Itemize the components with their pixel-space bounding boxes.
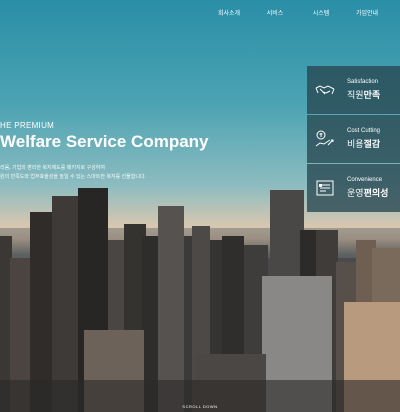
feature-title-ko-bold: 편의성: [363, 188, 389, 198]
feature-title-ko: 비용절감: [347, 137, 380, 150]
nav-item-system[interactable]: 시스템: [298, 8, 344, 17]
feature-title-en: Satisfaction: [347, 79, 379, 85]
feature-card-cost-cutting[interactable]: Cost Cutting 비용절감: [307, 115, 400, 163]
hero-description-line-2: 원의 만족도와 업무효율성을 높일 수 있는 스마트한 복지를 선물합니다.: [0, 174, 146, 180]
nav-item-company[interactable]: 회사소개: [206, 8, 252, 17]
top-nav: 회사소개 서비스 시스템 가입안내: [206, 8, 390, 17]
hero-description: 리움, 기업의 편리한 복지제도를 패키지로 구성하여 원의 만족도와 업무효율…: [0, 164, 146, 182]
scroll-down-label[interactable]: SCROLL DOWN: [0, 404, 400, 409]
handshake-icon: [314, 79, 336, 101]
feature-title-ko-plain: 직원: [347, 90, 364, 100]
hero-section: 회사소개 서비스 시스템 가입안내 HE PREMIUM Welfare Ser…: [0, 0, 400, 412]
feature-title-en: Convenience: [347, 177, 383, 183]
feature-title-ko-plain: 운영: [347, 188, 364, 198]
feature-title-ko-bold: 절감: [363, 139, 381, 149]
feature-card-satisfaction[interactable]: Satisfaction 직원만족: [307, 66, 400, 114]
feature-card-convenience[interactable]: Convenience 운영편의성: [307, 164, 400, 212]
feature-title-ko-plain: 비용: [347, 139, 364, 149]
cost-cutting-icon: [314, 128, 336, 150]
feature-title-ko-bold: 만족: [363, 90, 381, 100]
nav-item-join[interactable]: 가입안내: [344, 8, 390, 17]
feature-title-ko: 직원만족: [347, 88, 380, 101]
hero-description-line-1: 리움, 기업의 편리한 복지제도를 패키지로 구성하여: [0, 165, 105, 171]
convenience-icon: [314, 177, 336, 199]
hero-title: Welfare Service Company: [0, 132, 209, 151]
feature-title-en: Cost Cutting: [347, 128, 381, 134]
nav-item-service[interactable]: 서비스: [252, 8, 298, 17]
hero-tagline: HE PREMIUM: [0, 121, 55, 130]
feature-title-ko: 운영편의성: [347, 186, 388, 199]
feature-panel: Satisfaction 직원만족 Cost Cutting 비용절감 Conv…: [307, 66, 400, 213]
